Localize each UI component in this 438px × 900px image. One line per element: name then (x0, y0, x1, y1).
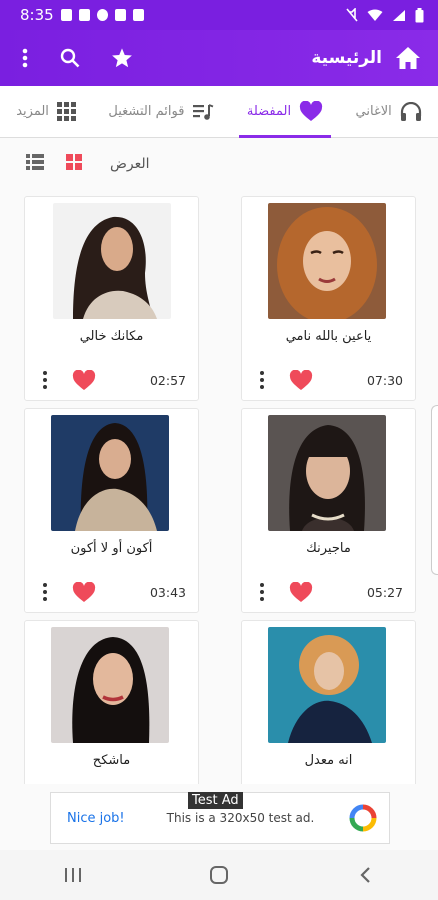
home-circle-icon (210, 866, 228, 884)
test-ad-badge: Test Ad (188, 792, 243, 809)
star-icon (112, 48, 132, 68)
battery-icon (415, 7, 424, 22)
mute-icon (346, 8, 358, 22)
song-title: أكون أو لا أكون (70, 541, 153, 556)
tab-label: المزيد (16, 104, 49, 119)
page-title: الرئيسية (311, 48, 382, 68)
favorite-button[interactable] (288, 581, 314, 603)
song-title: ياعين بالله نامي (285, 329, 372, 344)
song-duration: 02:57 (149, 372, 186, 388)
back-button[interactable] (335, 855, 395, 895)
headphones-icon (400, 101, 421, 121)
heart-icon (289, 369, 313, 390)
home-button[interactable] (392, 36, 424, 80)
tab-more[interactable]: المزيد (8, 86, 84, 138)
grid-view-button[interactable] (66, 154, 82, 174)
heart-icon (72, 369, 96, 390)
grid-view-icon (66, 154, 82, 170)
notification-icon (78, 9, 90, 21)
heart-icon (289, 581, 313, 602)
song-actions: 03:43 (37, 581, 186, 603)
signal-icon (393, 9, 405, 21)
song-card[interactable]: ماجيرنك 05:27 (241, 408, 416, 613)
favorite-button[interactable] (71, 581, 97, 603)
song-action-group (37, 369, 97, 391)
system-nav-bar (0, 850, 438, 900)
recents-icon (65, 868, 81, 882)
song-grid: ياعين بالله نامي 07:30 مكانك خالي 02:57 … (24, 196, 416, 784)
back-icon (360, 867, 370, 883)
status-time: 8:35 (20, 6, 54, 24)
heart-icon (72, 581, 96, 602)
playlist-icon (193, 103, 214, 120)
song-thumbnail (268, 203, 386, 319)
song-title: ماجيرنك (306, 541, 351, 556)
home-nav-button[interactable] (189, 855, 249, 895)
song-title: انه معدل (304, 753, 353, 768)
song-title: ماشكح (92, 753, 131, 768)
tab-label: المفضلة (246, 104, 292, 119)
song-title: مكانك خالي (79, 329, 144, 344)
app-bar: الرئيسية (0, 30, 438, 86)
more-vert-icon (22, 48, 28, 68)
heart-icon (299, 101, 323, 121)
search-icon (60, 48, 80, 68)
favorite-button[interactable] (288, 369, 314, 391)
status-right (346, 7, 424, 23)
song-thumbnail (51, 627, 169, 743)
song-card[interactable]: ماشكح (24, 620, 199, 784)
tab-songs[interactable]: الاغاني (348, 86, 430, 138)
ad-headline: Nice job! (67, 810, 125, 826)
tab-label: الاغاني (355, 104, 392, 119)
song-action-group (254, 581, 314, 603)
tab-favorites[interactable]: المفضلة (238, 86, 332, 138)
view-switcher: العرض (0, 146, 438, 182)
app-bar-title-group: الرئيسية (311, 36, 424, 80)
wifi-icon (367, 9, 383, 21)
favorites-button[interactable] (100, 36, 144, 80)
song-actions: 07:30 (254, 369, 403, 391)
song-duration: 07:30 (366, 372, 403, 388)
app-bar-actions (14, 36, 144, 80)
song-thumbnail (268, 627, 386, 743)
ad-body: This is a 320x50 test ad. (166, 811, 315, 825)
overflow-menu-button[interactable] (14, 36, 36, 80)
tab-label: قوائم التشغيل (108, 104, 185, 119)
song-thumbnail (268, 415, 386, 531)
tab-playlists[interactable]: قوائم التشغيل (100, 86, 222, 138)
view-label: العرض (110, 156, 150, 172)
home-icon (396, 47, 420, 69)
song-card[interactable]: أكون أو لا أكون 03:43 (24, 408, 199, 613)
song-action-group (254, 369, 314, 391)
notification-icon (96, 9, 108, 21)
list-view-icon (26, 154, 44, 170)
notification-icon (132, 9, 144, 21)
song-card[interactable]: ياعين بالله نامي 07:30 (241, 196, 416, 401)
notification-icon (60, 9, 72, 21)
notification-icon (114, 9, 126, 21)
search-button[interactable] (48, 36, 92, 80)
tab-bar: الاغاني المفضلة قوائم التشغيل المزيد (0, 86, 438, 138)
song-duration: 05:27 (366, 584, 403, 600)
song-actions: 05:27 (254, 581, 403, 603)
song-action-group (37, 581, 97, 603)
favorite-button[interactable] (71, 369, 97, 391)
song-menu-button[interactable] (254, 369, 270, 391)
side-drawer-handle[interactable] (431, 405, 438, 575)
song-thumbnail (51, 415, 169, 531)
song-menu-button[interactable] (254, 581, 270, 603)
ad-logo-icon (349, 804, 377, 832)
song-menu-button[interactable] (37, 581, 53, 603)
song-card[interactable]: مكانك خالي 02:57 (24, 196, 199, 401)
list-view-button[interactable] (26, 154, 44, 174)
status-bar: 8:35 (0, 0, 438, 30)
grid-icon (56, 102, 76, 121)
song-duration: 03:43 (149, 584, 186, 600)
recents-button[interactable] (43, 855, 103, 895)
song-menu-button[interactable] (37, 369, 53, 391)
song-actions: 02:57 (37, 369, 186, 391)
song-card[interactable]: انه معدل (241, 620, 416, 784)
status-left: 8:35 (20, 6, 144, 24)
song-thumbnail (53, 203, 171, 319)
